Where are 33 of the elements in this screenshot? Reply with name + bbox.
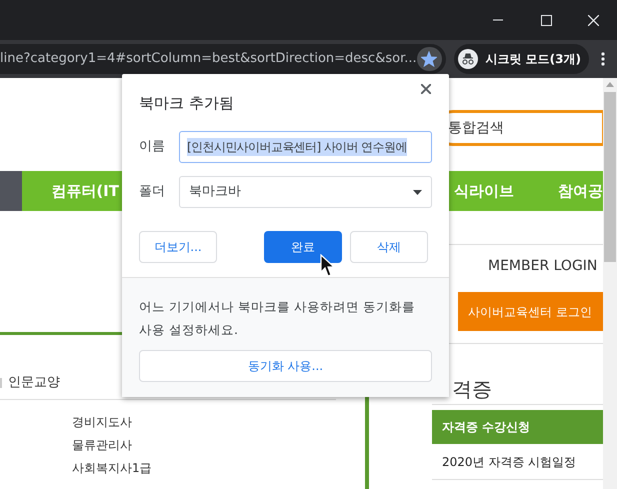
name-field[interactable]: [인천시민사이버교육센터] 사이버 연수원에 bbox=[179, 131, 432, 163]
sync-button[interactable]: 동기화 사용... bbox=[139, 350, 432, 382]
incognito-chip[interactable]: 시크릿 모드(3개) bbox=[454, 44, 589, 74]
menu-icon[interactable] bbox=[601, 52, 605, 66]
member-login-title: MEMBER LOGIN bbox=[488, 257, 598, 276]
dialog-title: 북마크 추가됨 bbox=[139, 94, 234, 112]
side-menu-item[interactable]: 자격증 수강신청 bbox=[432, 410, 603, 444]
profile-label: 시크릿 모드(3개) bbox=[486, 51, 581, 68]
login-button[interactable]: 사이버교육센터 로그인 bbox=[458, 292, 603, 331]
nav-item[interactable]: 식라이브 bbox=[454, 180, 514, 202]
sync-message: 어느 기기에서나 북마크를 사용하려면 동기화를 사용 설정하세요. bbox=[139, 298, 416, 339]
category-title: 인문교양 bbox=[8, 374, 60, 392]
dropdown-caret-icon bbox=[413, 190, 422, 194]
section-heading: 격증 bbox=[452, 376, 492, 403]
done-button[interactable]: 완료 bbox=[264, 231, 342, 263]
more-button[interactable]: 더보기... bbox=[139, 231, 217, 263]
folder-label: 폴더 bbox=[139, 183, 166, 202]
close-icon[interactable] bbox=[421, 84, 431, 94]
course-link[interactable]: 경비지도사 bbox=[72, 413, 152, 431]
course-link[interactable]: 사회복지사1급 bbox=[72, 459, 152, 477]
folder-dropdown[interactable]: 북마크바 bbox=[179, 176, 432, 208]
scrollbar-thumb[interactable] bbox=[604, 92, 616, 262]
minimize-icon[interactable] bbox=[493, 19, 503, 21]
maximize-icon[interactable] bbox=[541, 14, 552, 26]
nav-dark-block bbox=[0, 171, 22, 211]
address-text: line?category1=4#sortColumn=best&sortDirection=desc&sor... bbox=[0, 50, 417, 68]
scrollbar[interactable] bbox=[603, 78, 617, 489]
incognito-icon bbox=[458, 49, 478, 69]
nav-item[interactable]: 컴퓨터(IT bbox=[51, 180, 119, 202]
remove-button[interactable]: 삭제 bbox=[350, 231, 428, 263]
name-label: 이름 bbox=[139, 138, 166, 156]
nav-item[interactable]: 참여공 bbox=[558, 180, 603, 202]
course-link[interactable]: 물류관리사 bbox=[72, 436, 152, 454]
